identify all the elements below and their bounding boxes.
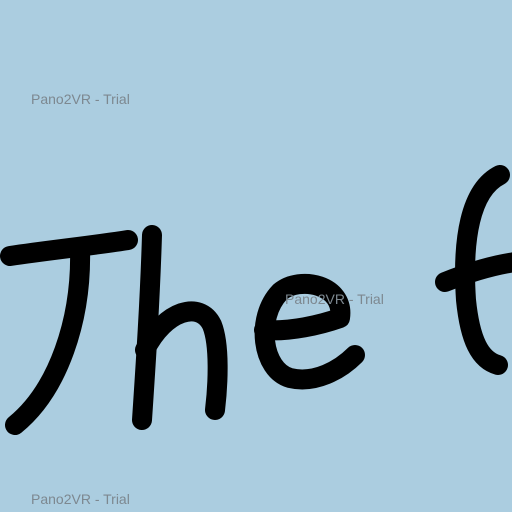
letter-f-crossbar: [435, 252, 512, 292]
letter-h-arch: [135, 301, 228, 420]
watermark-bottom: Pano2VR - Trial: [31, 491, 130, 507]
watermark-top: Pano2VR - Trial: [31, 91, 130, 107]
letter-t-crossbar: [0, 230, 138, 266]
letter-t-stem: [5, 238, 91, 435]
handwritten-text-the-f: [0, 165, 512, 435]
watermark-middle: Pano2VR - Trial: [285, 291, 384, 307]
panorama-viewer[interactable]: Pano2VR - Trial Pano2VR - Trial Pano2VR …: [0, 0, 512, 512]
